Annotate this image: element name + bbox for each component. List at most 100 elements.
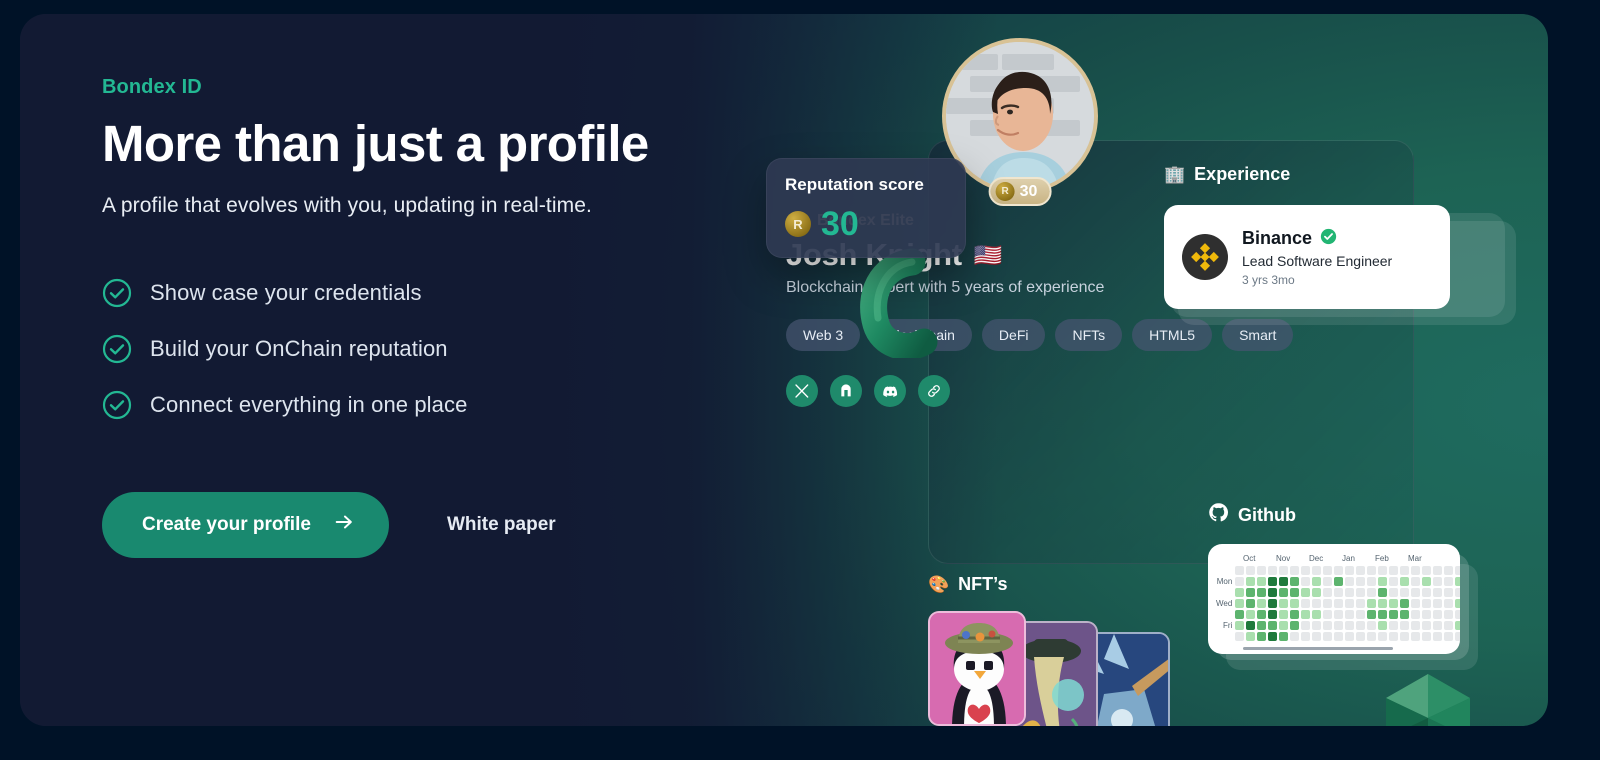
arrow-right-icon xyxy=(333,511,355,539)
github-day-cell xyxy=(1246,588,1256,597)
x-twitter-icon[interactable] xyxy=(786,375,818,407)
github-day-cell xyxy=(1268,599,1278,608)
skill-tag[interactable]: NFTs xyxy=(1055,319,1123,351)
github-card-stack: Oct Nov Dec Jan Feb Mar Mon Wed Fri xyxy=(1208,544,1548,670)
github-day-cell xyxy=(1235,632,1245,641)
github-day-cell xyxy=(1455,566,1460,575)
github-day-cell xyxy=(1367,621,1377,630)
github-day-label: Mon xyxy=(1216,577,1233,586)
github-day-cell xyxy=(1246,610,1256,619)
github-day-cell xyxy=(1290,632,1300,641)
github-day-cell xyxy=(1279,566,1289,575)
skill-tag[interactable]: Web 3 xyxy=(786,319,861,351)
github-day-cell xyxy=(1367,588,1377,597)
github-week-column xyxy=(1235,566,1245,641)
github-day-cell xyxy=(1290,621,1300,630)
github-day-cell xyxy=(1444,577,1454,586)
github-day-cell xyxy=(1444,588,1454,597)
check-circle-icon xyxy=(102,390,132,420)
github-week-column xyxy=(1444,566,1454,641)
github-day-cell xyxy=(1279,610,1289,619)
github-day-cell xyxy=(1312,566,1322,575)
github-day-cell xyxy=(1400,610,1410,619)
github-day-cell xyxy=(1334,577,1344,586)
github-day-cell xyxy=(1378,588,1388,597)
github-day-cell xyxy=(1235,577,1245,586)
github-day-cell xyxy=(1367,566,1377,575)
github-day-cell xyxy=(1301,599,1311,608)
github-week-column xyxy=(1268,566,1278,641)
github-day-cell xyxy=(1345,599,1355,608)
github-day-cell xyxy=(1389,577,1399,586)
github-day-cell xyxy=(1279,577,1289,586)
github-day-cell xyxy=(1389,610,1399,619)
github-day-cell xyxy=(1411,566,1421,575)
github-day-cell xyxy=(1345,588,1355,597)
github-month-label: Feb xyxy=(1375,554,1389,563)
github-day-cell xyxy=(1312,577,1322,586)
github-day-cell xyxy=(1279,621,1289,630)
create-profile-button[interactable]: Create your profile xyxy=(102,492,389,559)
eyebrow-label: Bondex ID xyxy=(102,76,202,98)
github-day-cell xyxy=(1433,566,1443,575)
polyhedron-decoration xyxy=(1378,672,1478,726)
experience-company: Binance xyxy=(1242,228,1313,248)
white-paper-link[interactable]: White paper xyxy=(447,514,556,536)
country-flag-icon: 🇺🇸 xyxy=(973,241,1003,268)
github-day-cell xyxy=(1257,632,1267,641)
github-day-labels: Mon Wed Fri xyxy=(1216,566,1235,641)
link-icon[interactable] xyxy=(918,375,950,407)
github-day-cell xyxy=(1301,577,1311,586)
github-section-title: Github xyxy=(1208,502,1548,528)
github-day-cell xyxy=(1356,599,1366,608)
skill-tag[interactable]: DeFi xyxy=(981,319,1046,351)
github-day-cell xyxy=(1433,588,1443,597)
github-day-cell xyxy=(1411,610,1421,619)
github-day-cell xyxy=(1246,566,1256,575)
github-day-cell xyxy=(1323,599,1333,608)
experience-role: Lead Software Engineer xyxy=(1242,252,1393,269)
nft-card-pudgy-penguin[interactable] xyxy=(928,611,1026,726)
github-day-cell xyxy=(1323,610,1333,619)
experience-details: Binance Lead Software Engineer 3 yrs 3mo xyxy=(1242,228,1392,287)
experience-duration: 3 yrs 3mo xyxy=(1242,272,1295,287)
reputation-score-card: Reputation score R 30 xyxy=(766,158,966,258)
github-day-cell xyxy=(1444,610,1454,619)
github-day-cell xyxy=(1433,599,1443,608)
github-day-cell xyxy=(1279,588,1289,597)
github-day-cell xyxy=(1290,577,1300,586)
github-day-cell xyxy=(1455,610,1460,619)
github-day-cell xyxy=(1334,621,1344,630)
github-day-cell xyxy=(1290,599,1300,608)
github-day-cell xyxy=(1356,621,1366,630)
github-day-cell xyxy=(1312,599,1322,608)
github-day-cell xyxy=(1268,621,1278,630)
github-day-cell xyxy=(1422,632,1432,641)
github-day-cell xyxy=(1268,577,1278,586)
github-day-cell xyxy=(1389,599,1399,608)
hero-copy-column: Bondex ID More than just a profile A pro… xyxy=(102,76,722,559)
github-day-cell xyxy=(1400,621,1410,630)
feature-label: Connect everything in one place xyxy=(150,392,468,418)
github-contribution-card[interactable]: Oct Nov Dec Jan Feb Mar Mon Wed Fri xyxy=(1208,544,1460,654)
github-day-cell xyxy=(1345,610,1355,619)
github-day-cell xyxy=(1323,621,1333,630)
github-day-cell xyxy=(1235,588,1245,597)
github-day-cell xyxy=(1345,577,1355,586)
github-week-column xyxy=(1301,566,1311,641)
github-scrollbar[interactable] xyxy=(1243,647,1393,650)
artist-palette-icon: 🎨 xyxy=(928,574,950,594)
github-week-column xyxy=(1422,566,1432,641)
experience-card[interactable]: Binance Lead Software Engineer 3 yrs 3mo xyxy=(1164,205,1450,309)
reputation-score-value: 30 xyxy=(821,205,859,243)
github-day-cell xyxy=(1323,588,1333,597)
reputation-coin-icon: R xyxy=(995,182,1015,201)
github-day-cell xyxy=(1279,599,1289,608)
github-day-cell xyxy=(1312,632,1322,641)
github-day-cell xyxy=(1455,621,1460,630)
github-day-cell xyxy=(1378,632,1388,641)
github-week-column xyxy=(1378,566,1388,641)
discord-icon[interactable] xyxy=(874,375,906,407)
github-day-cell xyxy=(1312,621,1322,630)
bondex-icon[interactable] xyxy=(830,375,862,407)
